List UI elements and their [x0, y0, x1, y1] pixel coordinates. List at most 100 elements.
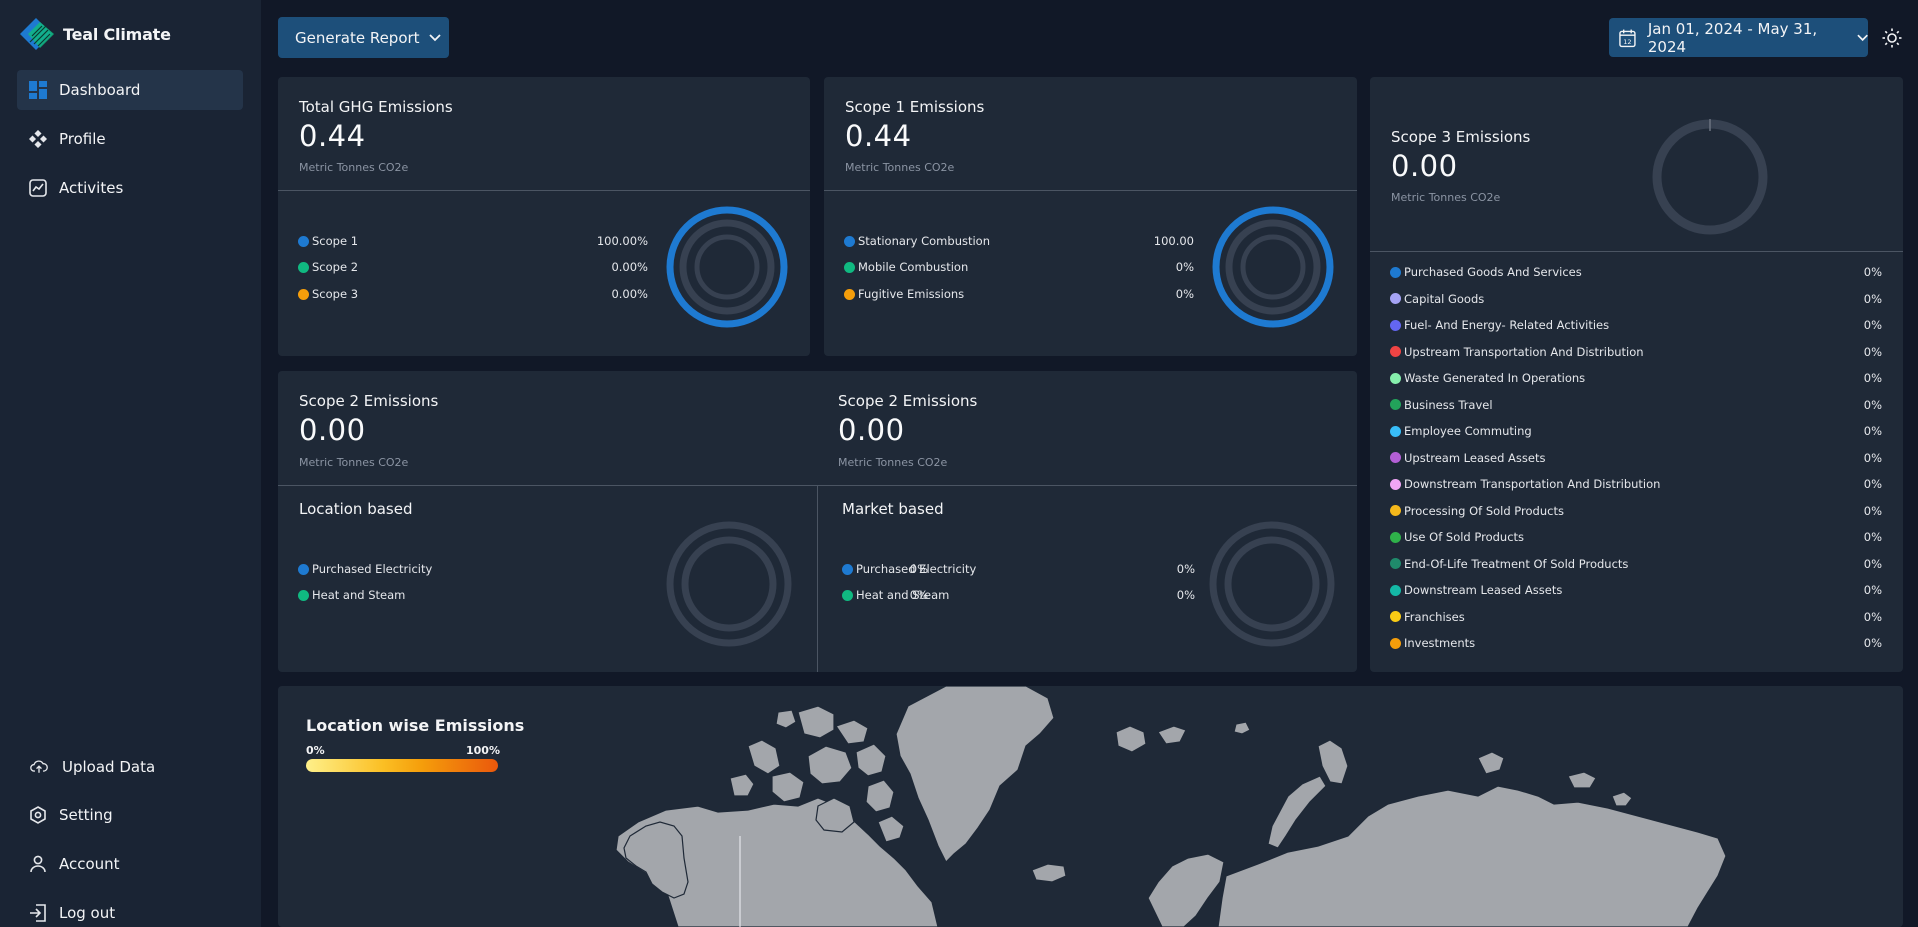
sidebar-item-setting[interactable]: Setting	[17, 795, 243, 835]
legend-dot	[1390, 293, 1401, 304]
unit-label: Metric Tonnes CO2e	[845, 161, 955, 174]
generate-report-button[interactable]: Generate Report	[278, 17, 449, 58]
sidebar-item-label: Upload Data	[62, 758, 156, 776]
sidebar-item-label: Activites	[59, 179, 124, 197]
legend-dot	[1390, 637, 1401, 649]
logout-icon	[29, 904, 47, 922]
legend-dot	[844, 288, 855, 300]
scope2-location-value: 0.00	[299, 413, 366, 447]
card-title: Scope 1 Emissions	[845, 98, 985, 116]
legend-value: 100.00%	[596, 234, 648, 248]
legend-label: Business Travel	[1404, 397, 1493, 412]
legend-item: Purchased Electricity	[842, 562, 976, 576]
unit-label: Metric Tonnes CO2e	[838, 456, 948, 469]
unit-label: Metric Tonnes CO2e	[1391, 191, 1501, 204]
legend-value: 0%	[1863, 583, 1882, 597]
sidebar-item-account[interactable]: Account	[17, 844, 243, 884]
sidebar-item-profile[interactable]: Profile	[17, 119, 243, 159]
teal-climate-logo-icon	[20, 18, 54, 50]
legend-label: Mobile Combustion	[858, 260, 969, 274]
map-region-scandinavia	[1147, 853, 1225, 927]
legend-label: Fuel- And Energy- Related Activities	[1404, 318, 1610, 332]
legend-value: 0.00%	[611, 260, 648, 274]
legend-dot	[298, 563, 309, 575]
legend-dot	[844, 261, 855, 273]
legend-item: Capital Goods	[1390, 292, 1484, 306]
legend-label: Scope 3	[312, 287, 359, 301]
legend-item: Scope 2	[298, 260, 358, 274]
legend-dot	[1390, 346, 1401, 357]
scope3-value: 0.00	[1391, 149, 1458, 183]
legend-label: Downstream Leased Assets	[1404, 583, 1563, 597]
theme-toggle-sun-icon[interactable]	[1882, 28, 1902, 48]
sidebar-item-dashboard[interactable]: Dashboard	[17, 70, 243, 110]
legend-value: 0%	[1863, 609, 1882, 624]
legend-item: Heat and Steam	[298, 588, 405, 602]
legend-label: Downstream Transportation And Distributi…	[1404, 477, 1661, 491]
legend-label: Use Of Sold Products	[1404, 530, 1525, 544]
legend-dot	[1390, 319, 1401, 331]
legend-label: Purchased Electricity	[856, 562, 977, 576]
map-region-novaya-zemlya	[1267, 775, 1327, 849]
legend-dot	[1390, 558, 1401, 569]
legend-item: Purchased Electricity	[298, 562, 432, 576]
sidebar-item-activities[interactable]: Activites	[17, 168, 243, 208]
legend-item: Heat and Steam	[842, 588, 949, 602]
scope1-donut-chart	[1212, 206, 1334, 328]
date-range-picker[interactable]: 12 Jan 01, 2024 - May 31, 2024	[1609, 18, 1868, 57]
legend-item: Purchased Goods And Services	[1390, 265, 1582, 279]
card-title: Total GHG Emissions	[299, 98, 453, 116]
sidebar-item-label: Setting	[59, 806, 113, 824]
legend-item: Business Travel	[1390, 398, 1493, 412]
legend-label: Purchased Electricity	[312, 562, 433, 576]
legend-dot	[844, 235, 855, 247]
legend-item: Employee Commuting	[1390, 424, 1532, 438]
legend-dot	[1390, 452, 1401, 463]
legend-label: Stationary Combustion	[858, 234, 990, 248]
divider-vertical	[817, 485, 818, 672]
legend-dot	[1390, 531, 1401, 543]
legend-label: Processing Of Sold Products	[1404, 503, 1564, 518]
legend-dot	[1390, 505, 1401, 516]
generate-report-label: Generate Report	[295, 28, 420, 47]
sidebar-item-label: Log out	[59, 904, 116, 922]
svg-text:12: 12	[1623, 38, 1631, 46]
upload-cloud-icon	[30, 758, 48, 776]
user-icon	[29, 855, 47, 873]
legend-value: 0%	[1863, 424, 1882, 438]
legend-item: Fuel- And Energy- Related Activities	[1390, 318, 1609, 332]
legend-item: End-Of-Life Treatment Of Sold Products	[1390, 557, 1628, 571]
legend-value: 0%	[1175, 287, 1194, 301]
calendar-icon: 12	[1619, 29, 1636, 47]
legend-value: 0%	[1863, 556, 1882, 571]
legend-item: Use Of Sold Products	[1390, 530, 1524, 544]
divider	[278, 190, 810, 191]
sidebar-item-logout[interactable]: Log out	[17, 893, 243, 927]
sidebar-item-upload-data[interactable]: Upload Data	[17, 747, 243, 787]
chevron-down-icon	[428, 33, 441, 41]
legend-dot	[1390, 266, 1401, 278]
card-title: Scope 3 Emissions	[1391, 128, 1531, 146]
brand[interactable]: Teal Climate	[18, 16, 171, 52]
legend-dot	[1390, 478, 1401, 490]
map-region-siberian-islands	[1317, 739, 1349, 785]
world-map[interactable]	[278, 686, 1903, 927]
legend-item: Franchises	[1390, 610, 1465, 624]
legend-value: 100.00	[1153, 234, 1194, 248]
unit-label: Metric Tonnes CO2e	[299, 161, 409, 174]
legend-dot	[298, 589, 309, 601]
map-region-svalbard	[1115, 725, 1147, 753]
location-based-donut-chart	[666, 521, 792, 647]
legend-value: 0%	[1863, 344, 1882, 359]
sidebar: Teal Climate Dashboard Profile Activites…	[0, 0, 261, 927]
legend-label: Purchased Goods And Services	[1404, 265, 1582, 279]
legend-label: Upstream Leased Assets	[1404, 450, 1546, 465]
legend-dot	[842, 563, 853, 575]
total-ghg-card: Total GHG Emissions 0.44 Metric Tonnes C…	[278, 77, 810, 356]
legend-value: 0%	[1175, 260, 1194, 274]
legend-value: 0%	[1863, 397, 1882, 412]
legend-label: Waste Generated In Operations	[1404, 371, 1586, 385]
legend-label: Capital Goods	[1404, 291, 1485, 306]
card-title: Scope 2 Emissions	[838, 392, 978, 410]
legend-value: 0%	[1863, 450, 1882, 465]
